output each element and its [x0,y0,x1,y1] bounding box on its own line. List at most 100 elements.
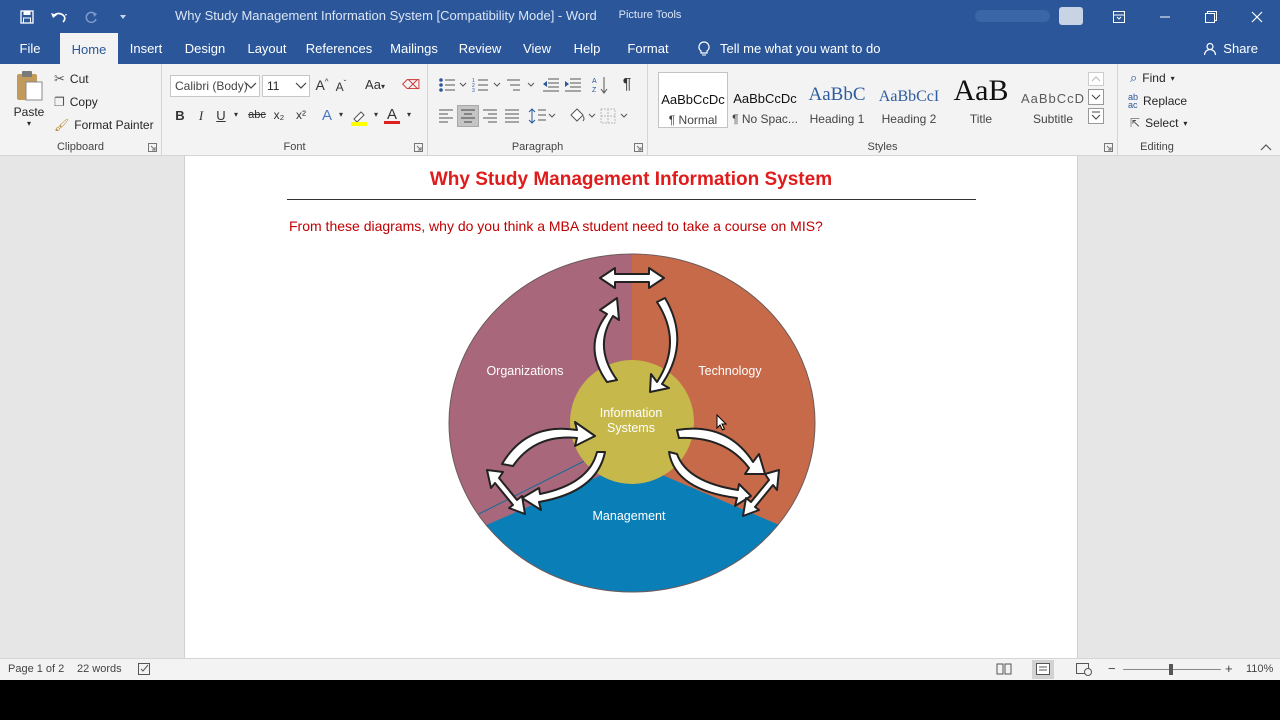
chevron-down-icon[interactable]: ▾ [405,110,413,119]
superscript-button[interactable]: x² [292,108,310,122]
chevron-down-icon[interactable] [1088,89,1104,105]
increase-indent-icon[interactable] [564,77,582,93]
line-spacing-icon[interactable] [528,107,556,125]
word-window: Why Study Management Information System … [0,0,1280,680]
find-button[interactable]: ⌕ Find ▾ [1130,70,1175,86]
tab-design[interactable]: Design [180,33,230,64]
document-page[interactable]: Why Study Management Information System … [184,156,1078,658]
copy-button[interactable]: ❐ Copy [54,95,98,109]
tab-help[interactable]: Help [568,33,606,64]
dialog-launcher-icon[interactable] [414,143,423,152]
cut-button[interactable]: ✂ Cut [54,71,89,87]
tab-format[interactable]: Format [622,33,674,64]
style-subtitle[interactable]: AaBbCcD Subtitle [1018,72,1088,128]
chevron-down-icon: ▾ [1183,118,1188,128]
paste-button[interactable]: Paste ▾ [10,70,48,134]
tab-view[interactable]: View [518,33,556,64]
close-icon[interactable] [1234,0,1280,33]
style-preview: AaBbCcD [1020,91,1086,106]
bullets-icon[interactable] [438,77,468,93]
numbering-icon[interactable]: 123 [472,77,502,93]
font-name-value: Calibri (Body) [175,79,248,93]
chevron-down-icon[interactable]: ▾ [232,110,240,119]
clear-formatting-icon[interactable]: ⌫ [402,77,420,93]
customize-qat-icon[interactable] [110,6,136,28]
tab-review[interactable]: Review [454,33,506,64]
zoom-level[interactable]: 110% [1246,663,1273,675]
underline-button[interactable]: U [214,108,228,123]
print-layout-button[interactable] [1032,660,1054,679]
label-systems: Systems [607,421,655,435]
borders-icon[interactable] [600,107,630,125]
shrink-font-icon[interactable]: Aˇ [334,79,348,94]
zoom-out-button[interactable]: − [1108,661,1116,676]
font-name-combo[interactable]: Calibri (Body) [170,75,260,97]
mis-diagram-image[interactable]: Organizations Technology Management Info… [447,252,819,594]
more-styles-icon[interactable] [1088,108,1104,124]
dialog-launcher-icon[interactable] [1104,143,1113,152]
italic-button[interactable]: I [194,108,208,124]
select-button[interactable]: ⇱ Select ▾ [1130,116,1187,130]
tab-home[interactable]: Home [60,33,118,64]
collapse-ribbon-icon[interactable] [1260,143,1272,151]
word-count[interactable]: 22 words [77,663,122,675]
redo-icon[interactable] [78,6,104,28]
align-center-button[interactable] [457,105,479,127]
justify-icon[interactable] [504,109,520,123]
zoom-slider-thumb[interactable] [1169,664,1173,675]
share-button[interactable]: Share [1203,33,1258,64]
style-heading-1[interactable]: AaBbC Heading 1 [802,72,872,128]
page-count[interactable]: Page 1 of 2 [8,663,64,675]
strikethrough-button[interactable]: abc [246,109,268,121]
zoom-in-button[interactable]: + [1225,661,1233,676]
chevron-down-icon[interactable]: ▾ [372,110,380,119]
zoom-slider[interactable] [1123,664,1221,675]
read-mode-icon[interactable] [996,663,1012,675]
bold-button[interactable]: B [172,108,188,123]
tab-file[interactable]: File [8,33,52,64]
chevron-down-icon: ▾ [1170,73,1175,83]
style-normal[interactable]: AaBbCcDc ¶ Normal [658,72,728,128]
format-painter-label: Format Painter [74,118,154,132]
sort-icon[interactable]: AZ [592,75,608,95]
show-formatting-marks-icon[interactable]: ¶ [620,76,634,94]
dialog-launcher-icon[interactable] [634,143,643,152]
tell-me-box[interactable]: Tell me what you want to do [698,33,880,64]
web-layout-icon[interactable] [1076,663,1092,676]
style-preview: AaBbCcDc [733,91,797,106]
restore-icon[interactable] [1188,0,1234,33]
decrease-indent-icon[interactable] [542,77,560,93]
subscript-button[interactable]: x₂ [270,108,288,122]
ribbon-display-options-icon[interactable] [1096,0,1142,33]
font-color-icon[interactable]: A [384,106,400,124]
tab-mailings[interactable]: Mailings [386,33,442,64]
replace-button[interactable]: ab ac Replace [1128,93,1187,110]
align-left-icon[interactable] [438,109,454,123]
tab-insert[interactable]: Insert [124,33,168,64]
styles-gallery-scroll[interactable] [1088,72,1106,130]
style-preview: AaBbC [808,84,866,105]
style-heading-2[interactable]: AaBbCcI Heading 2 [874,72,944,128]
multilevel-list-icon[interactable] [506,77,536,93]
text-effects-icon[interactable]: A [320,107,334,124]
style-title[interactable]: AaB Title [946,72,1016,128]
tab-layout[interactable]: Layout [242,33,292,64]
dialog-launcher-icon[interactable] [148,143,157,152]
save-icon[interactable] [14,6,40,28]
label-information: Information [600,406,663,420]
tab-references[interactable]: References [304,33,374,64]
shading-icon[interactable] [568,107,596,125]
grow-font-icon[interactable]: A^ [314,77,330,93]
chevron-down-icon[interactable]: ▾ [337,110,345,119]
minimize-icon[interactable] [1142,0,1188,33]
proofing-icon[interactable] [138,663,152,676]
font-size-combo[interactable]: 11 [262,75,310,97]
style-no-spacing[interactable]: AaBbCcDc ¶ No Spac... [730,72,800,128]
undo-icon[interactable] [46,6,72,28]
chevron-up-icon[interactable] [1088,72,1104,86]
format-painter-button[interactable]: 🖌 Format Painter [54,118,154,132]
highlight-icon[interactable] [350,108,368,129]
account-area[interactable] [975,7,1085,25]
change-case-icon[interactable]: Aa▾ [362,77,388,92]
align-right-icon[interactable] [482,109,498,123]
